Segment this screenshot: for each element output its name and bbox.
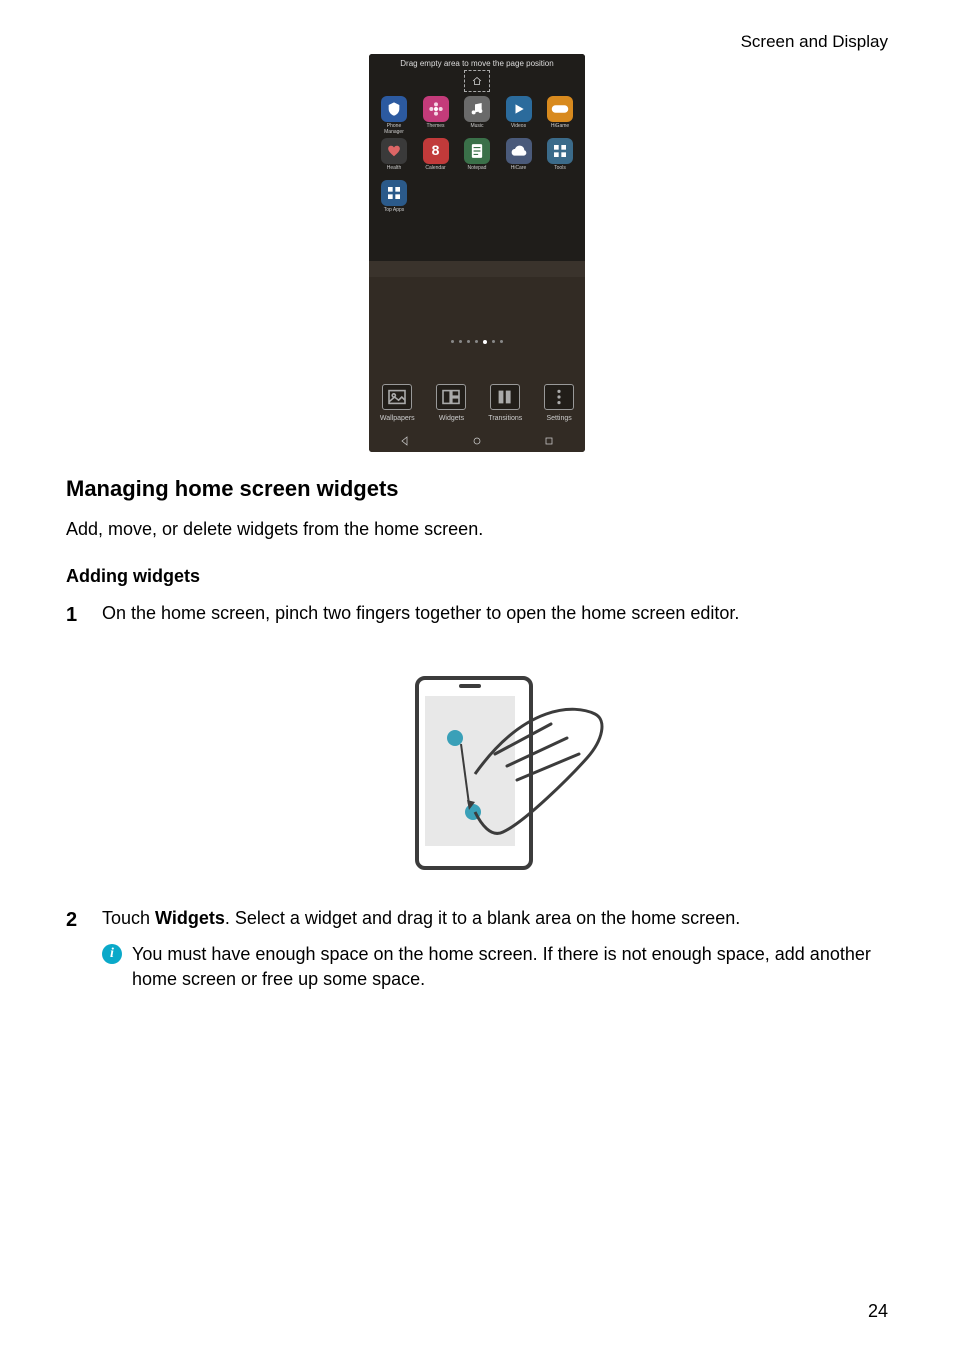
app-icon: 8Calendar — [419, 138, 453, 176]
app-icon: HiGame — [543, 96, 577, 134]
app-icon: Health — [377, 138, 411, 176]
app-icon: HiCare — [502, 138, 536, 176]
step-2: Touch Widgets. Select a widget and drag … — [66, 906, 888, 992]
recent-icon — [543, 435, 555, 447]
page-number: 24 — [868, 1299, 888, 1324]
app-row: Phone ManagerThemesMusicVideosHiGame — [377, 96, 577, 134]
hand-pinch-icon — [375, 654, 615, 882]
info-note: i You must have enough space on the home… — [102, 942, 888, 992]
app-row: Health8CalendarNotepadHiCareTools — [377, 138, 577, 176]
step-2-text: Touch Widgets. Select a widget and drag … — [102, 908, 740, 928]
android-navbar — [369, 430, 585, 452]
home-page-indicator — [464, 70, 490, 92]
app-icon: Tools — [543, 138, 577, 176]
app-icon: Videos — [502, 96, 536, 134]
intro-text: Add, move, or delete widgets from the ho… — [66, 517, 888, 542]
editor-option-transitions: Transitions — [488, 384, 522, 424]
page-dots — [369, 340, 585, 344]
app-icon: Top Apps — [377, 180, 411, 218]
pinch-gesture-illustration — [375, 654, 615, 882]
home-icon — [471, 75, 483, 87]
screenshot-tip-text: Drag empty area to move the page positio… — [369, 58, 585, 69]
screenshot-home-editor: Drag empty area to move the page positio… — [369, 54, 585, 452]
app-icon: Notepad — [460, 138, 494, 176]
app-icon: Themes — [419, 96, 453, 134]
home-nav-icon — [471, 435, 483, 447]
page-header: Screen and Display — [741, 30, 888, 54]
editor-option-widgets: Widgets — [436, 384, 466, 424]
note-text: You must have enough space on the home s… — [132, 944, 871, 989]
heading-adding-widgets: Adding widgets — [66, 564, 888, 589]
step-1: On the home screen, pinch two fingers to… — [66, 601, 888, 882]
editor-option-settings: Settings — [544, 384, 574, 424]
app-row: Top Apps — [377, 180, 577, 218]
app-icon: Phone Manager — [377, 96, 411, 134]
info-icon: i — [102, 944, 122, 964]
editor-option-wallpapers: Wallpapers — [380, 384, 415, 424]
app-icon: Music — [460, 96, 494, 134]
step-1-text: On the home screen, pinch two fingers to… — [102, 603, 739, 623]
heading-managing-widgets: Managing home screen widgets — [66, 474, 888, 505]
editor-options: Wallpapers Widgets Transitions Settings — [369, 384, 585, 424]
back-icon — [399, 435, 411, 447]
